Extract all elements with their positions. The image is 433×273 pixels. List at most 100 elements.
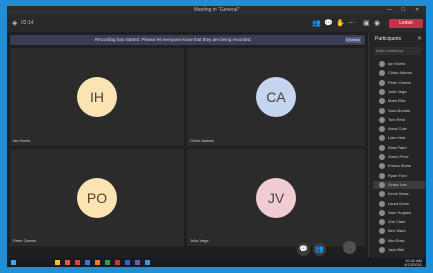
avatar — [379, 163, 385, 170]
chat-bubble-button[interactable]: 💬 — [297, 243, 310, 256]
participant-name: Ben Ward — [388, 228, 406, 234]
avatar: CA — [256, 77, 296, 117]
close-button[interactable]: ✕ — [415, 7, 419, 13]
maximize-button[interactable]: ☐ — [401, 7, 405, 13]
participant-row[interactable]: Chloe Adams — [373, 69, 425, 77]
avatar — [379, 144, 385, 151]
participant-row[interactable]: Emma Stone — [373, 162, 425, 170]
app-icon[interactable] — [145, 260, 150, 265]
avatar — [379, 219, 385, 226]
video-tile[interactable]: JV Julia Vega — [187, 149, 365, 246]
participant-name: Peter Owens — [388, 79, 412, 85]
video-tile[interactable]: CA Chloe Adams — [187, 48, 365, 146]
panel-title: Participants — [375, 36, 402, 42]
avatar — [379, 228, 385, 235]
participant-row[interactable]: Tom Reid — [373, 116, 425, 124]
participant-name: Ian Harris — [13, 138, 31, 143]
app-icon[interactable] — [95, 260, 100, 265]
participants-icon[interactable]: 👥 — [312, 20, 321, 27]
participant-name: Chloe Adams — [190, 138, 214, 143]
participant-name: Peter Owens — [13, 238, 37, 243]
avatar — [379, 172, 385, 179]
participant-name: Ryan Ford — [388, 172, 407, 178]
video-tile[interactable]: PO Peter Owens — [10, 149, 184, 246]
participant-row[interactable]: Kevin Moss — [373, 190, 425, 198]
teams-icon[interactable] — [135, 260, 140, 265]
close-icon[interactable]: ✕ — [417, 35, 422, 42]
participant-name: Anna Cole — [388, 126, 407, 132]
participants-panel: Participants ✕ Invite someone Ian Harris… — [368, 32, 426, 258]
invite-input[interactable]: Invite someone — [374, 47, 422, 55]
participant-row[interactable]: Sam Hughes — [373, 209, 425, 217]
app-icon[interactable] — [65, 260, 70, 265]
participant-row[interactable]: Julia Vega — [373, 88, 425, 96]
avatar — [379, 209, 385, 216]
participant-row[interactable]: Grace Lee — [373, 180, 425, 189]
participant-row[interactable]: Owen Price — [373, 153, 425, 161]
participant-row[interactable]: Anna Cole — [373, 125, 425, 133]
participant-row[interactable]: Ian Harris — [373, 60, 425, 68]
avatar — [379, 70, 385, 77]
avatar — [379, 107, 385, 114]
video-tile[interactable]: IH Ian Harris — [10, 48, 184, 146]
hangup-button[interactable]: 📞 — [343, 241, 356, 254]
participant-name: Ian Harris — [388, 61, 406, 66]
teams-window: Meeting in "General" — ☐ ✕ ◈ 02:14 👥 💬 ✋… — [7, 6, 426, 267]
banner-message: Recording has started. Please let everyo… — [95, 37, 252, 42]
minimize-button[interactable]: — — [387, 7, 392, 13]
avatar: JV — [256, 177, 296, 218]
participant-name: Emma Stone — [388, 163, 412, 169]
participant-name: Sara Brooks — [388, 107, 411, 113]
taskbar-clock: 10:42 AM 4/12/2021 — [404, 259, 422, 266]
app-icon[interactable] — [85, 260, 90, 265]
participant-row[interactable]: Laura Dean — [373, 200, 425, 208]
participant-row[interactable]: Liam Hart — [373, 134, 425, 142]
more-actions-icon[interactable]: ⋯ — [348, 20, 355, 27]
participant-row[interactable]: Sara Brooks — [373, 107, 425, 115]
participant-name: Sam Hughes — [388, 209, 412, 215]
dismiss-button[interactable]: Dismiss — [345, 37, 361, 43]
leave-button[interactable]: Leave — [389, 19, 423, 28]
participant-row[interactable]: Zoe Clark — [373, 218, 425, 226]
app-icon[interactable] — [115, 260, 120, 265]
participants-button[interactable]: 👥 — [313, 243, 326, 256]
participant-row[interactable]: Ryan Ford — [373, 172, 425, 180]
start-icon[interactable] — [11, 260, 16, 265]
app-icon[interactable] — [75, 260, 80, 265]
avatar — [379, 88, 385, 95]
chat-icon[interactable]: 💬 — [324, 20, 333, 27]
explorer-icon[interactable] — [55, 260, 60, 265]
avatar — [379, 181, 385, 188]
avatar — [379, 126, 385, 133]
meeting-toolbar: ◈ 02:14 👥 💬 ✋ ⋯ ▣ ◉ Leave — [7, 15, 426, 32]
avatar — [379, 135, 385, 142]
participant-name: Julia Vega — [190, 238, 209, 243]
participant-row[interactable]: Ben Ward — [373, 227, 425, 235]
raise-hand-icon[interactable]: ✋ — [336, 20, 345, 27]
clock-date: 4/12/2021 — [404, 261, 422, 267]
meeting-timer: 02:14 — [21, 20, 34, 26]
participant-name: Nina Patel — [388, 144, 407, 150]
participant-name: Mark Ellis — [388, 98, 406, 104]
microphone-icon[interactable]: ◉ — [374, 20, 380, 27]
participant-row[interactable]: Mark Ellis — [373, 97, 425, 105]
participant-row[interactable]: Nina Patel — [373, 144, 425, 152]
app-icon[interactable] — [125, 260, 130, 265]
avatar — [379, 200, 385, 207]
participant-name: Julia Vega — [388, 88, 407, 94]
participant-name: Mia Ross — [388, 237, 405, 243]
participant-name: Tom Reid — [388, 116, 405, 122]
camera-icon[interactable]: ▣ — [363, 20, 370, 27]
participant-name: Laura Dean — [388, 200, 409, 206]
windows-taskbar: 10:42 AM 4/12/2021 — [7, 258, 426, 267]
participant-row[interactable]: Jack Bell — [373, 246, 425, 254]
app-icon[interactable] — [105, 260, 110, 265]
avatar — [379, 237, 385, 244]
avatar — [379, 247, 385, 253]
avatar — [379, 116, 385, 123]
shield-icon: ◈ — [12, 20, 18, 27]
title-bar: Meeting in "General" — ☐ ✕ — [7, 6, 426, 15]
participant-row[interactable]: Peter Owens — [373, 79, 425, 87]
recording-banner: Recording has started. Please let everyo… — [10, 35, 365, 45]
participant-row[interactable]: Mia Ross — [373, 237, 425, 245]
